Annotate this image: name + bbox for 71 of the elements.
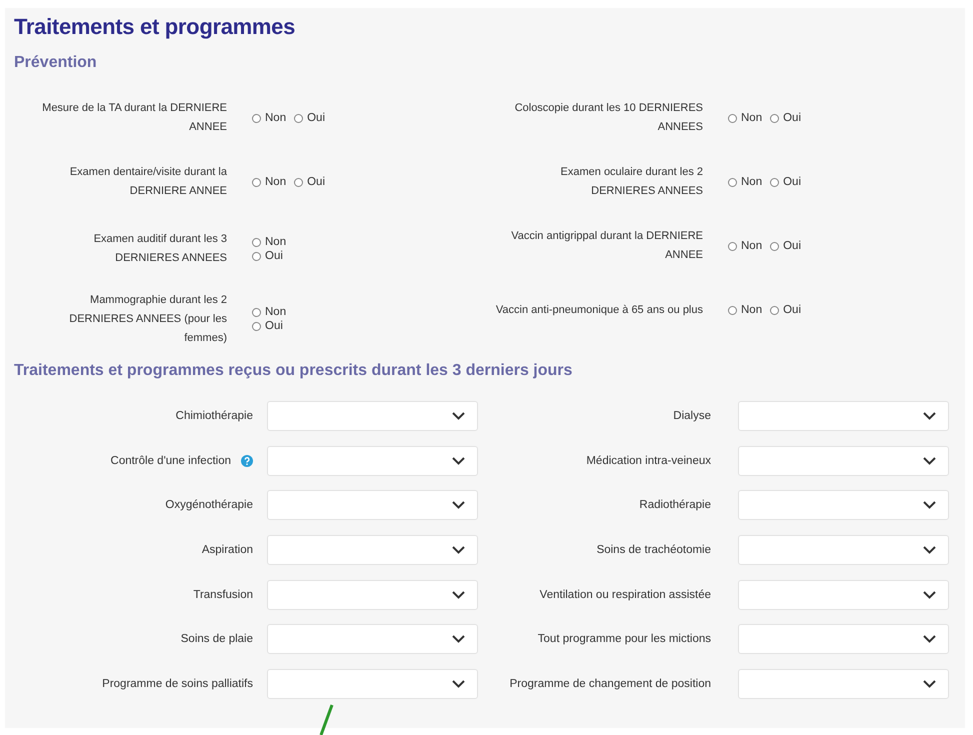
radio-option[interactable]: Oui [770, 304, 802, 316]
question-label: Examen dentaire/visite durant la DERNIERE ANNEE [68, 165, 227, 199]
section-heading: Traitements et programmes reçus ou prescrits durant les 3 derniers jours [14, 362, 574, 380]
dropdown-field[interactable] [738, 624, 949, 654]
section-heading: Prévention [14, 54, 98, 72]
dropdown-field[interactable] [267, 668, 478, 699]
question-label: Examen auditif durant les 3 DERNIERES ANNEES [92, 232, 227, 266]
radio-option[interactable]: Oui [770, 112, 802, 124]
dropdown-field[interactable] [267, 624, 478, 654]
pen-stroke [318, 704, 334, 735]
dropdown-field[interactable] [267, 490, 478, 520]
dropdown-field[interactable] [267, 580, 478, 610]
field-label: Tout programme pour les mictions [538, 633, 711, 646]
dropdown-field[interactable] [738, 580, 949, 610]
field-label: Aspiration [202, 544, 253, 556]
chevron-down-icon [452, 635, 465, 644]
dropdown-field[interactable] [267, 535, 478, 566]
chevron-down-icon [452, 412, 465, 420]
page-title: Traitements et programmes [14, 14, 296, 40]
dropdown-field[interactable] [267, 446, 478, 476]
question-label: Coloscopie durant les 10 DERNIERES ANNEES [514, 101, 703, 135]
radio-option[interactable]: Oui [252, 250, 286, 262]
radio-option[interactable]: Oui [252, 320, 286, 332]
field-label: Contrôle d'une infection [110, 454, 231, 467]
field-label: Programme de changement de position [510, 678, 711, 690]
dropdown-field[interactable] [738, 446, 949, 476]
dropdown-field[interactable] [267, 401, 478, 432]
field-label: Soins de plaie [180, 633, 253, 646]
field-label: Oxygénothérapie [165, 499, 253, 512]
radio-option[interactable]: Non [728, 112, 762, 124]
dropdown-field[interactable] [738, 490, 949, 520]
field-label: Dialyse [673, 410, 711, 422]
radio-option[interactable]: Oui [294, 112, 326, 124]
question-label: Vaccin anti-pneumonique à 65 ans ou plus [495, 302, 703, 318]
chevron-down-icon [452, 590, 465, 599]
field-label: Transfusion [193, 588, 253, 601]
radio-option[interactable]: Non [252, 112, 286, 124]
chevron-down-icon [452, 456, 465, 465]
chevron-down-icon [923, 456, 936, 465]
radio-option[interactable]: Non [728, 176, 762, 188]
chevron-down-icon [923, 501, 936, 510]
chevron-down-icon [923, 635, 936, 644]
dropdown-field[interactable] [738, 401, 949, 432]
radio-option[interactable]: Oui [770, 240, 802, 252]
help-icon[interactable] [241, 454, 253, 467]
radio-option[interactable]: Non [252, 236, 286, 248]
radio-option[interactable]: Oui [294, 176, 326, 188]
radio-option[interactable]: Non [252, 306, 286, 318]
question-label: Mesure de la TA durant la DERNIERE ANNEE [41, 101, 227, 135]
question-label: Examen oculaire durant les 2 DERNIERES ANNEES [560, 165, 703, 199]
field-label: Radiothérapie [639, 499, 711, 512]
radio-option[interactable]: Non [728, 304, 762, 316]
chevron-down-icon [923, 412, 936, 420]
field-label: Ventilation ou respiration assistée [540, 588, 711, 601]
chevron-down-icon [452, 680, 465, 688]
dropdown-field[interactable] [738, 535, 949, 566]
field-label: Chimiothérapie [176, 410, 253, 422]
chevron-down-icon [923, 546, 936, 554]
radio-option[interactable]: Non [728, 240, 762, 252]
field-label: Médication intra-veineux [586, 454, 711, 467]
radio-option[interactable]: Oui [770, 176, 802, 188]
field-label: Soins de trachéotomie [596, 544, 711, 556]
chevron-down-icon [452, 501, 465, 510]
chevron-down-icon [923, 590, 936, 599]
dropdown-field[interactable] [738, 668, 949, 699]
question-label: Mammographie durant les 2 DERNIERES ANNEES (pour les femmes) [68, 292, 227, 346]
chevron-down-icon [923, 680, 936, 688]
question-label: Vaccin antigrippal durant la DERNIERE ANNEE [510, 229, 703, 263]
radio-option[interactable]: Non [252, 176, 286, 188]
field-label: Programme de soins palliatifs [102, 678, 253, 690]
chevron-down-icon [452, 546, 465, 554]
